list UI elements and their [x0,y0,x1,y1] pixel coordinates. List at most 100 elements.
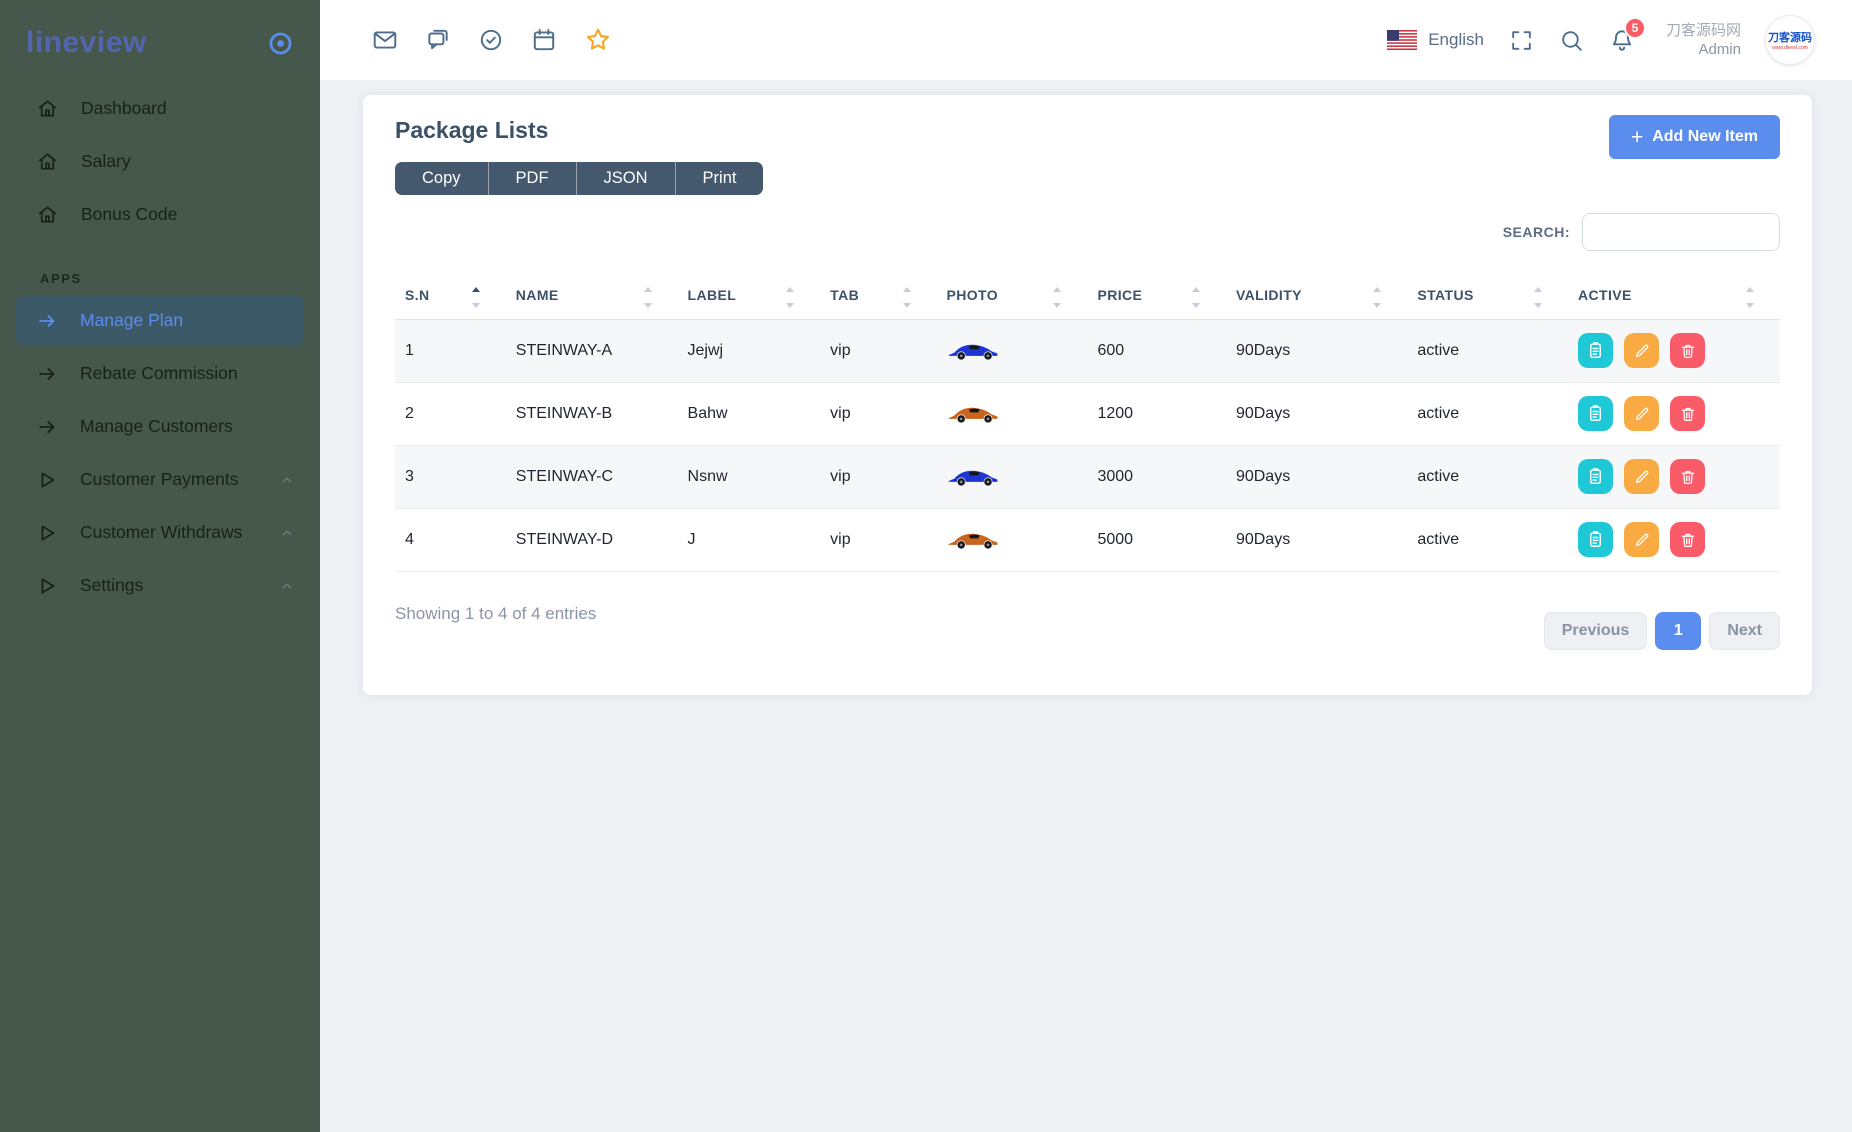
column-header-s-n[interactable]: S.N [395,276,506,319]
sidebar: lineview Dashboard Salary [0,0,320,1132]
pagination-page-1-button[interactable]: 1 [1655,612,1701,650]
sidebar-item-label: Salary [81,151,131,172]
cell-validity: 90Days [1226,319,1407,382]
sidebar-item-label: Manage Customers [80,416,233,437]
clipboard-icon [1586,467,1605,486]
table-body: 1STEINWAY-AJejwjvip60090Daysactive2STEIN… [395,319,1780,571]
cell-price: 1200 [1087,382,1226,445]
column-header-active[interactable]: ACTIVE [1568,276,1780,319]
pencil-icon [1633,531,1651,549]
cell-photo [937,508,1088,571]
play-icon [36,575,58,597]
home-icon [36,203,59,226]
cell-actions [1568,508,1780,571]
column-header-name[interactable]: NAME [506,276,678,319]
export-json-button[interactable]: JSON [576,162,675,195]
packages-table: S.NNAMELABELTABPHOTOPRICEVALIDITYSTATUSA… [395,276,1780,572]
sidebar-item-settings[interactable]: Settings [16,561,304,610]
avatar[interactable]: 刀客源码 www.dkewl.com [1766,16,1814,64]
cell-status: active [1407,445,1568,508]
chevron-up-icon [280,579,294,593]
sidebar-item-bonus-code[interactable]: Bonus Code [16,190,304,239]
export-print-button[interactable]: Print [675,162,764,195]
sort-carets-icon [1192,283,1200,308]
sidebar-item-salary[interactable]: Salary [16,137,304,186]
fullscreen-icon[interactable] [1509,28,1534,53]
column-header-status[interactable]: STATUS [1407,276,1568,319]
main-column: English 5 刀客源码网 Admin [320,0,1852,1132]
search-icon[interactable] [1559,28,1584,53]
export-pdf-button[interactable]: PDF [488,162,576,195]
cell-status: active [1407,382,1568,445]
column-header-tab[interactable]: TAB [820,276,936,319]
cell-photo [937,445,1088,508]
sidebar-item-manage-customers[interactable]: Manage Customers [16,402,304,451]
sort-carets-icon [903,283,911,308]
sidebar-item-dashboard[interactable]: Dashboard [16,84,304,133]
play-icon [36,469,58,491]
sidebar-item-label: Dashboard [81,98,167,119]
chevron-up-icon [280,473,294,487]
blue-car-image [947,339,999,363]
sidebar-item-label: Rebate Commission [80,363,238,384]
sidebar-item-customer-payments[interactable]: Customer Payments [16,455,304,504]
app-root: lineview Dashboard Salary [0,0,1852,1132]
orange-car-image [947,528,999,552]
notifications-bell[interactable]: 5 [1609,27,1635,53]
sidebar-toggle-icon[interactable] [267,30,294,57]
sort-carets-icon [644,283,652,308]
edit-button[interactable] [1624,522,1659,557]
table-row: 3STEINWAY-CNsnwvip300090Daysactive [395,445,1780,508]
column-header-label[interactable]: LABEL [678,276,821,319]
edit-button[interactable] [1624,333,1659,368]
sidebar-header: lineview [0,0,320,82]
cell-name: STEINWAY-C [506,445,678,508]
check-circle-icon[interactable] [478,27,504,53]
search-input[interactable] [1582,213,1780,251]
add-new-item-label: Add New Item [1652,128,1758,146]
delete-button[interactable] [1670,459,1705,494]
blue-car-image [947,465,999,489]
sidebar-item-customer-withdraws[interactable]: Customer Withdraws [16,508,304,557]
star-icon[interactable] [584,26,612,54]
export-copy-button[interactable]: Copy [395,162,488,195]
column-header-price[interactable]: PRICE [1087,276,1226,319]
view-button[interactable] [1578,522,1613,557]
column-header-validity[interactable]: VALIDITY [1226,276,1407,319]
view-button[interactable] [1578,396,1613,431]
chat-icon[interactable] [425,27,451,53]
cell-tab: vip [820,445,936,508]
apps-section-label: APPS [40,271,320,286]
cell-validity: 90Days [1226,382,1407,445]
us-flag-icon [1387,30,1417,50]
table-header-row: S.NNAMELABELTABPHOTOPRICEVALIDITYSTATUSA… [395,276,1780,319]
delete-button[interactable] [1670,396,1705,431]
calendar-icon[interactable] [531,27,557,53]
edit-button[interactable] [1624,396,1659,431]
sidebar-item-label: Customer Withdraws [80,522,242,543]
sort-carets-icon [786,283,794,308]
cell-actions [1568,445,1780,508]
add-new-item-button[interactable]: + Add New Item [1609,115,1780,159]
pencil-icon [1633,405,1651,423]
cell-price: 3000 [1087,445,1226,508]
pencil-icon [1633,342,1651,360]
trash-icon [1679,531,1697,549]
sidebar-item-rebate-commission[interactable]: Rebate Commission [16,349,304,398]
mail-icon[interactable] [372,27,398,53]
language-selector[interactable]: English [1387,30,1484,50]
view-button[interactable] [1578,459,1613,494]
view-button[interactable] [1578,333,1613,368]
pagination-next-button[interactable]: Next [1709,612,1780,650]
delete-button[interactable] [1670,522,1705,557]
column-header-photo[interactable]: PHOTO [937,276,1088,319]
edit-button[interactable] [1624,459,1659,494]
account-name: 刀客源码网 [1666,21,1741,41]
sidebar-item-manage-plan[interactable]: Manage Plan [16,296,304,345]
cell-tab: vip [820,508,936,571]
notification-badge: 5 [1624,17,1646,39]
entries-summary: Showing 1 to 4 of 4 entries [395,604,596,624]
cell-validity: 90Days [1226,508,1407,571]
delete-button[interactable] [1670,333,1705,368]
pagination-previous-button[interactable]: Previous [1544,612,1648,650]
